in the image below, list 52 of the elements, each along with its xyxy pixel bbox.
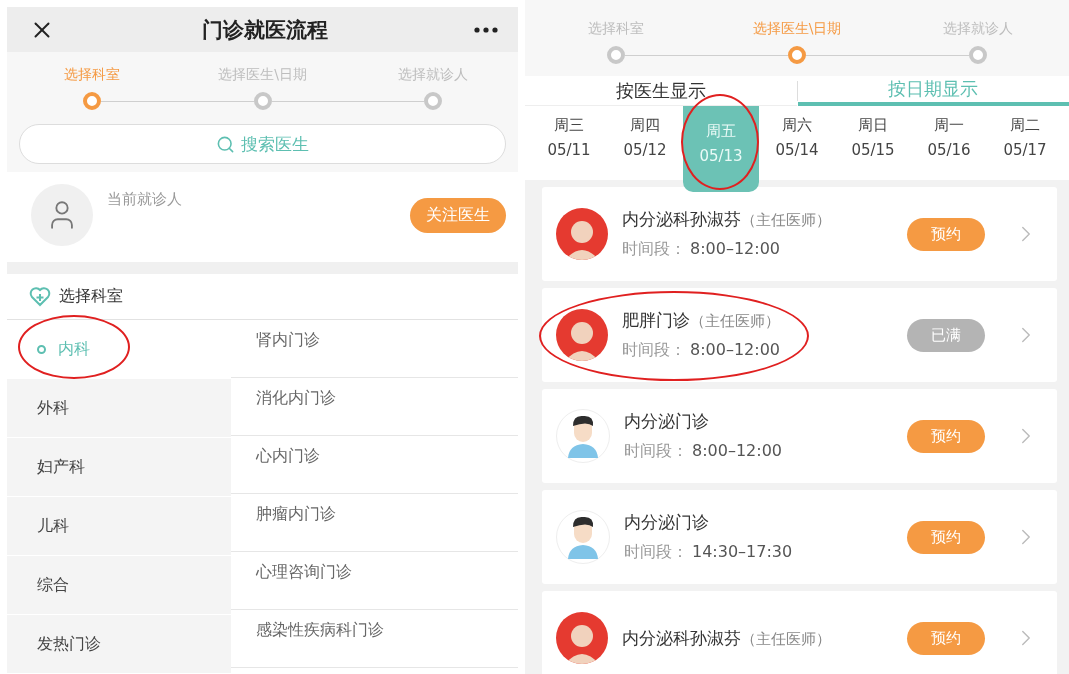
clinic-item[interactable]: 肿瘤内门诊 [231,494,518,552]
time-label: 时间段： [622,239,686,260]
photo-placeholder [556,612,608,664]
time-label: 时间段： [624,441,688,462]
avatar-icon [556,409,610,463]
doctor-name: 内分泌门诊 [624,511,709,534]
doctor-title: （主任医师） [741,629,831,649]
date-tab[interactable]: 周二 05/17 [987,106,1063,180]
date-tab[interactable]: 周一 05/16 [911,106,987,180]
photo-placeholder [556,309,608,361]
doctor-title: （主任医师） [690,312,780,331]
avatar-icon [556,510,610,564]
more-icon[interactable] [474,26,498,33]
clinic-item[interactable]: 心理咨询门诊 [231,552,518,610]
time-range: 14:30–17:30 [692,542,793,563]
time-label: 时间段： [622,340,686,361]
date-tab[interactable]: 周四 05/12 [607,106,683,180]
section-title: 选择科室 [59,286,123,307]
dot-icon [37,344,46,354]
patient-label: 当前就诊人 [107,190,183,209]
clinic-item[interactable]: 感染性疾病科门诊 [231,610,518,668]
clinic-item[interactable]: 消化内门诊 [231,378,518,436]
time-range: 8:00–12:00 [690,239,781,260]
doctor-card[interactable]: 内分泌科孙淑芬（主任医师） 时间段： 8:00–12:00 预约 [542,187,1057,281]
doctor-name: 内分泌门诊 [624,410,709,433]
doctor-name: 肥胖门诊 [622,309,690,332]
doctor-title: （主任医师） [741,211,831,230]
clinic-item[interactable]: 肾内门诊 [231,320,518,378]
doctor-card[interactable]: 内分泌门诊 时间段： 14:30–17:30 预约 [542,490,1057,584]
time-range: 8:00–12:00 [692,441,783,462]
heart-plus-icon [29,286,51,307]
department-item[interactable]: 发热门诊 [7,615,231,674]
doctor-card[interactable]: 内分泌科孙淑芬（主任医师） 预约 [542,591,1057,674]
date-tab[interactable]: 周日 05/15 [835,106,911,180]
date-tab[interactable]: 周三 05/11 [531,106,607,180]
doctor-card[interactable]: 内分泌门诊 时间段： 8:00–12:00 预约 [542,389,1057,483]
photo-placeholder [556,208,608,260]
department-item[interactable]: 儿科 [7,497,231,556]
department-item[interactable]: 外科 [7,379,231,438]
search-icon [216,134,235,154]
doctor-name: 内分泌科孙淑芬 [622,626,741,650]
window-title: 门诊就医流程 [201,16,328,44]
step-label: 选择科室 [64,66,121,84]
step-label: 选择医生\日期 [752,20,842,38]
doctor-card[interactable]: 肥胖门诊（主任医师） 时间段： 8:00–12:00 已满 [542,288,1057,382]
date-tab[interactable]: 周六 05/14 [759,106,835,180]
department-item[interactable]: 妇产科 [7,438,231,497]
clinic-item[interactable]: 心内门诊 [231,436,518,494]
department-item[interactable]: 综合 [7,556,231,615]
doctor-name: 内分泌科孙淑芬 [622,208,741,231]
time-label: 时间段： [624,542,688,563]
time-range: 8:00–12:00 [690,340,781,361]
